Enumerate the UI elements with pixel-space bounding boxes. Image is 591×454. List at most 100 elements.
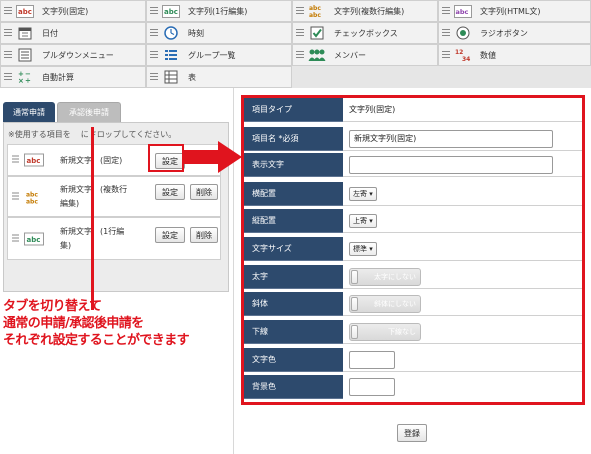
item-name-label: 項目名 *必須 (244, 127, 343, 151)
settings-button-highlight (148, 144, 184, 172)
drag-handle-icon[interactable] (12, 155, 19, 165)
palette-item-time[interactable]: 時刻 (146, 22, 292, 44)
drag-handle-icon[interactable] (150, 72, 158, 82)
palette-item-auto-calc[interactable]: + − × ÷ 自動計算 (0, 66, 146, 88)
tab-post-approval-application[interactable]: 承認後申請 (57, 102, 121, 122)
svg-text:34: 34 (462, 56, 470, 62)
svg-text:abc: abc (26, 191, 38, 198)
dropdown-icon (16, 48, 34, 63)
abc-text-icon: abc (162, 4, 180, 19)
palette-item-number[interactable]: 12 34 数値 (438, 44, 591, 66)
settings-button[interactable]: 設定 (155, 184, 185, 200)
drag-handle-icon[interactable] (150, 28, 158, 38)
text-color-label: 文字色 (244, 348, 343, 372)
palette-item-date[interactable]: 日付 (0, 22, 146, 44)
v-align-label: 縦配置 (244, 209, 343, 233)
checkbox-icon (308, 26, 326, 41)
form-row-bg-color: 背景色 (244, 375, 582, 399)
bold-toggle[interactable]: 太字にしない (349, 268, 421, 286)
palette-item-radio[interactable]: ラジオボタン (438, 22, 591, 44)
svg-text:abc: abc (18, 8, 32, 16)
list-item[interactable]: abc abc 新規文字 (複数行 編集) 設定 削除 (7, 176, 221, 217)
form-row-italic: 斜体 斜体にしない (244, 292, 582, 316)
abc-multiline-icon: abc abc (24, 189, 44, 205)
drag-handle-icon[interactable] (296, 50, 304, 60)
font-size-select[interactable]: 標準 ▾ (349, 242, 377, 256)
field-settings-form: 項目タイプ 文字列(固定) 項目名 *必須 新規文字列(固定) 表示文字 横配置… (241, 95, 585, 405)
callout-line (91, 127, 94, 310)
toggle-knob[interactable] (351, 297, 358, 311)
svg-text:12: 12 (455, 49, 463, 56)
form-row-item-type: 項目タイプ 文字列(固定) (244, 98, 582, 122)
toggle-knob[interactable] (351, 325, 358, 339)
abc-text-icon: abc (24, 153, 44, 168)
abc-text-icon: abc (16, 4, 34, 19)
palette-item-dropdown[interactable]: プルダウンメニュー (0, 44, 146, 66)
palette-item-text-fixed[interactable]: abc 文字列(固定) (0, 0, 146, 22)
text-color-input[interactable] (349, 351, 395, 369)
svg-text:abc: abc (309, 12, 321, 19)
palette-item-table[interactable]: 表 (146, 66, 292, 88)
drag-handle-icon[interactable] (442, 6, 450, 16)
drag-handle-icon[interactable] (4, 6, 12, 16)
tab-normal-application[interactable]: 通常申請 (3, 102, 55, 122)
svg-text:abc: abc (27, 236, 41, 244)
list-item[interactable]: abc 新規文字 (1行編 集) 設定 削除 (7, 217, 221, 260)
italic-label: 斜体 (244, 292, 343, 316)
form-row-v-align: 縦配置 上寄 ▾ (244, 209, 582, 233)
required-mark: *必須 (278, 134, 299, 143)
h-align-label: 横配置 (244, 182, 343, 206)
drag-handle-icon[interactable] (4, 50, 12, 60)
v-align-select[interactable]: 上寄 ▾ (349, 214, 377, 228)
svg-text:abc: abc (456, 8, 469, 16)
display-text-input[interactable] (349, 156, 553, 174)
form-row-item-name: 項目名 *必須 新規文字列(固定) (244, 127, 582, 151)
delete-button[interactable]: 削除 (190, 227, 218, 243)
display-text-label: 表示文字 (244, 153, 343, 177)
settings-button[interactable]: 設定 (155, 227, 185, 243)
item-name-input[interactable]: 新規文字列(固定) (349, 130, 553, 148)
field-palette: abc 文字列(固定) abc 文字列(1行編集) abc abc 文字列(複数行… (0, 0, 591, 88)
clock-icon (162, 26, 180, 41)
register-button[interactable]: 登録 (397, 424, 427, 442)
table-icon (162, 70, 180, 85)
palette-item-members[interactable]: メンバー (292, 44, 438, 66)
drag-handle-icon[interactable] (442, 50, 450, 60)
palette-item-text-html[interactable]: abc 文字列(HTML文) (438, 0, 591, 22)
palette-item-checkbox[interactable]: チェックボックス (292, 22, 438, 44)
drag-handle-icon[interactable] (442, 28, 450, 38)
bg-color-label: 背景色 (244, 375, 343, 399)
drag-handle-icon[interactable] (12, 192, 19, 201)
drag-handle-icon[interactable] (4, 28, 12, 38)
item-type-label: 項目タイプ (244, 98, 343, 122)
italic-toggle[interactable]: 斜体にしない (349, 295, 421, 313)
drag-handle-icon[interactable] (150, 6, 158, 16)
palette-item-group-list[interactable]: グループ一覧 (146, 44, 292, 66)
svg-text:abc: abc (309, 5, 321, 12)
bg-color-input[interactable] (349, 378, 395, 396)
palette-item-text-single-line[interactable]: abc 文字列(1行編集) (146, 0, 292, 22)
calendar-icon (16, 26, 34, 41)
calculator-icon: + − × ÷ (16, 70, 34, 85)
palette-item-text-multiline[interactable]: abc abc 文字列(複数行編集) (292, 0, 438, 22)
form-row-display-text: 表示文字 (244, 153, 582, 177)
abc-multiline-icon: abc abc (308, 4, 326, 19)
item-type-value: 文字列(固定) (349, 105, 396, 114)
drag-handle-icon[interactable] (12, 234, 19, 243)
bold-label: 太字 (244, 265, 343, 289)
members-icon (308, 48, 326, 63)
font-size-label: 文字サイズ (244, 237, 343, 261)
h-align-select[interactable]: 左寄 ▾ (349, 187, 377, 201)
group-list-icon (162, 48, 180, 63)
arrow-right-icon (184, 141, 242, 173)
drag-handle-icon[interactable] (296, 28, 304, 38)
delete-button[interactable]: 削除 (190, 184, 218, 200)
toggle-knob[interactable] (351, 270, 358, 284)
abc-text-icon: abc (24, 231, 44, 246)
underline-toggle[interactable]: 下線なし (349, 323, 421, 341)
drag-handle-icon[interactable] (150, 50, 158, 60)
drag-handle-icon[interactable] (296, 6, 304, 16)
form-row-bold: 太字 太字にしない (244, 265, 582, 289)
form-row-h-align: 横配置 左寄 ▾ (244, 182, 582, 206)
drag-handle-icon[interactable] (4, 72, 12, 82)
